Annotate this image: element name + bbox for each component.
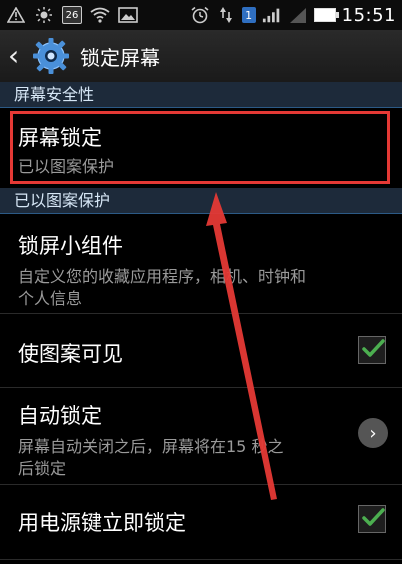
brightness-icon xyxy=(34,6,54,24)
signal-icon xyxy=(262,6,282,24)
power-key-lock-item[interactable]: 用电源键立即锁定 xyxy=(0,485,402,557)
check-icon xyxy=(362,508,385,526)
divider xyxy=(0,559,402,560)
signal-empty-icon xyxy=(288,6,308,24)
calendar-icon: 26 xyxy=(62,6,82,24)
pattern-visible-item[interactable]: 使图案可见 xyxy=(0,314,402,386)
sim-icon: 1 xyxy=(241,7,256,23)
auto-lock-subtitle-line2: 后锁定 xyxy=(18,459,67,478)
warning-icon xyxy=(6,6,26,24)
image-icon xyxy=(118,6,138,24)
clock-time: 15:51 xyxy=(341,4,396,26)
back-arrow-icon[interactable]: ‹ xyxy=(8,42,30,70)
lock-widgets-subtitle-line2: 个人信息 xyxy=(18,289,83,308)
check-icon xyxy=(362,339,385,357)
page-title: 锁定屏幕 xyxy=(80,45,160,70)
status-bar: 26 1 15:51 xyxy=(0,0,402,30)
alarm-icon xyxy=(190,6,210,24)
lock-widgets-subtitle-line1: 自定义您的收藏应用程序，相机、时钟和 xyxy=(18,267,307,286)
wifi-icon xyxy=(90,6,110,24)
battery-icon xyxy=(313,8,339,22)
power-key-lock-checkbox[interactable] xyxy=(358,505,386,533)
auto-lock-item[interactable]: 自动锁定 屏幕自动关闭之后，屏幕将在15 秒之 后锁定 xyxy=(0,388,402,482)
power-key-lock-title: 用电源键立即锁定 xyxy=(18,511,186,535)
screen-lock-title: 屏幕锁定 xyxy=(18,126,102,150)
lock-widgets-item[interactable]: 锁屏小组件 自定义您的收藏应用程序，相机、时钟和 个人信息 xyxy=(0,216,402,310)
section-header-screen-security: 屏幕安全性 xyxy=(0,82,402,108)
auto-lock-subtitle-line1: 屏幕自动关闭之后，屏幕将在15 秒之 xyxy=(18,437,284,456)
pattern-visible-title: 使图案可见 xyxy=(18,342,123,366)
screen-lock-item[interactable]: 屏幕锁定 已以图案保护 xyxy=(0,110,402,186)
auto-lock-title: 自动锁定 xyxy=(18,404,102,428)
section-header-pattern-protected: 已以图案保护 xyxy=(0,188,402,214)
lock-widgets-title: 锁屏小组件 xyxy=(18,234,123,258)
settings-gear-icon[interactable] xyxy=(32,37,70,75)
action-bar: ‹ 锁定屏幕 xyxy=(0,30,402,83)
data-transfer-icon xyxy=(216,6,236,24)
pattern-visible-checkbox[interactable] xyxy=(358,336,386,364)
chevron-right-icon[interactable]: › xyxy=(358,418,388,448)
screen-lock-subtitle: 已以图案保护 xyxy=(18,157,115,176)
